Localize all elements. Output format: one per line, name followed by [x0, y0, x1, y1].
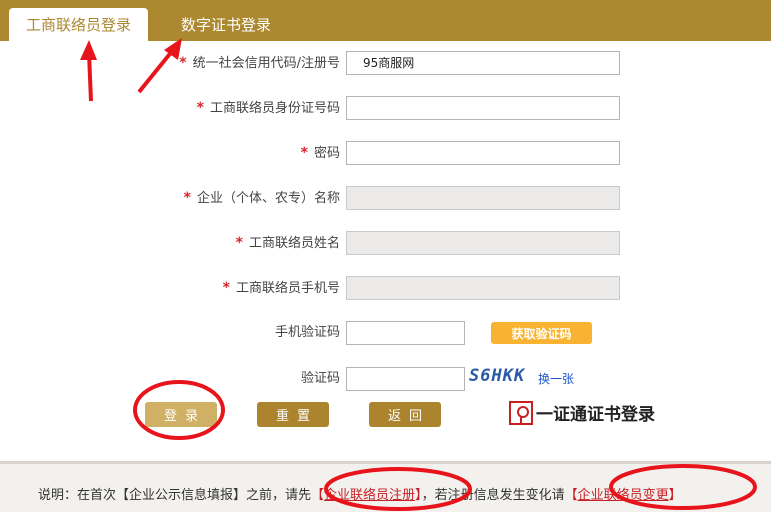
- tab-digital-cert-login[interactable]: 数字证书登录: [166, 8, 286, 41]
- get-sms-code-button[interactable]: 获取验证码: [491, 322, 592, 344]
- captcha-label: 验证码: [300, 371, 340, 386]
- captcha-refresh-link[interactable]: 换一张: [538, 370, 574, 387]
- id-number-input[interactable]: [346, 96, 620, 120]
- required-mark: *: [196, 100, 204, 116]
- company-name-input: [346, 186, 620, 210]
- id-number-label: * 工商联络员身份证号码: [196, 100, 340, 116]
- captcha-image: S6HKK: [469, 366, 526, 386]
- row-id-number: * 工商联络员身份证号码: [0, 96, 771, 120]
- row-sms-code: 手机验证码: [0, 321, 771, 345]
- cert-login-link[interactable]: 一证通证书登录: [509, 400, 655, 425]
- contact-phone-input: [346, 276, 620, 300]
- credit-code-label: * 统一社会信用代码/注册号: [179, 55, 340, 71]
- login-button[interactable]: 登录: [145, 402, 217, 427]
- password-label: * 密码: [300, 145, 340, 161]
- tab-business-contact-login[interactable]: 工商联络员登录: [9, 8, 148, 41]
- sms-code-label: 手机验证码: [274, 325, 340, 340]
- row-contact-name: * 工商联络员姓名: [0, 231, 771, 255]
- cert-login-label: 一证通证书登录: [536, 405, 655, 425]
- row-credit-code: * 统一社会信用代码/注册号 95商服网: [0, 51, 771, 75]
- change-contact-link[interactable]: 企业联络员变更: [578, 488, 669, 503]
- contact-name-input: [346, 231, 620, 255]
- row-company-name: * 企业（个体、农专）名称: [0, 186, 771, 210]
- top-tab-bar: 工商联络员登录 数字证书登录: [0, 0, 771, 41]
- footer-note: 说明：在首次【企业公示信息填报】之前，请先【企业联络员注册】，若注册信息发生变化…: [38, 488, 682, 503]
- annotation-overlay: [80, 38, 757, 511]
- sms-code-input[interactable]: [346, 321, 465, 345]
- credit-code-input[interactable]: 95商服网: [346, 51, 620, 75]
- reset-button[interactable]: 重置: [257, 402, 329, 427]
- row-contact-phone: * 工商联络员手机号: [0, 276, 771, 300]
- required-mark: *: [300, 145, 308, 161]
- required-mark: *: [235, 235, 243, 251]
- register-contact-link[interactable]: 企业联络员注册: [324, 488, 415, 503]
- required-mark: *: [222, 280, 230, 296]
- back-button[interactable]: 返回: [369, 402, 441, 427]
- password-input[interactable]: [346, 141, 620, 165]
- contact-phone-label: * 工商联络员手机号: [222, 280, 340, 296]
- key-certificate-icon: [509, 400, 533, 425]
- row-password: * 密码: [0, 141, 771, 165]
- row-captcha: 验证码: [0, 367, 771, 391]
- contact-name-label: * 工商联络员姓名: [235, 235, 340, 251]
- captcha-input[interactable]: [346, 367, 465, 391]
- company-name-label: * 企业（个体、农专）名称: [183, 190, 340, 206]
- required-mark: *: [183, 190, 191, 206]
- required-mark: *: [179, 55, 187, 71]
